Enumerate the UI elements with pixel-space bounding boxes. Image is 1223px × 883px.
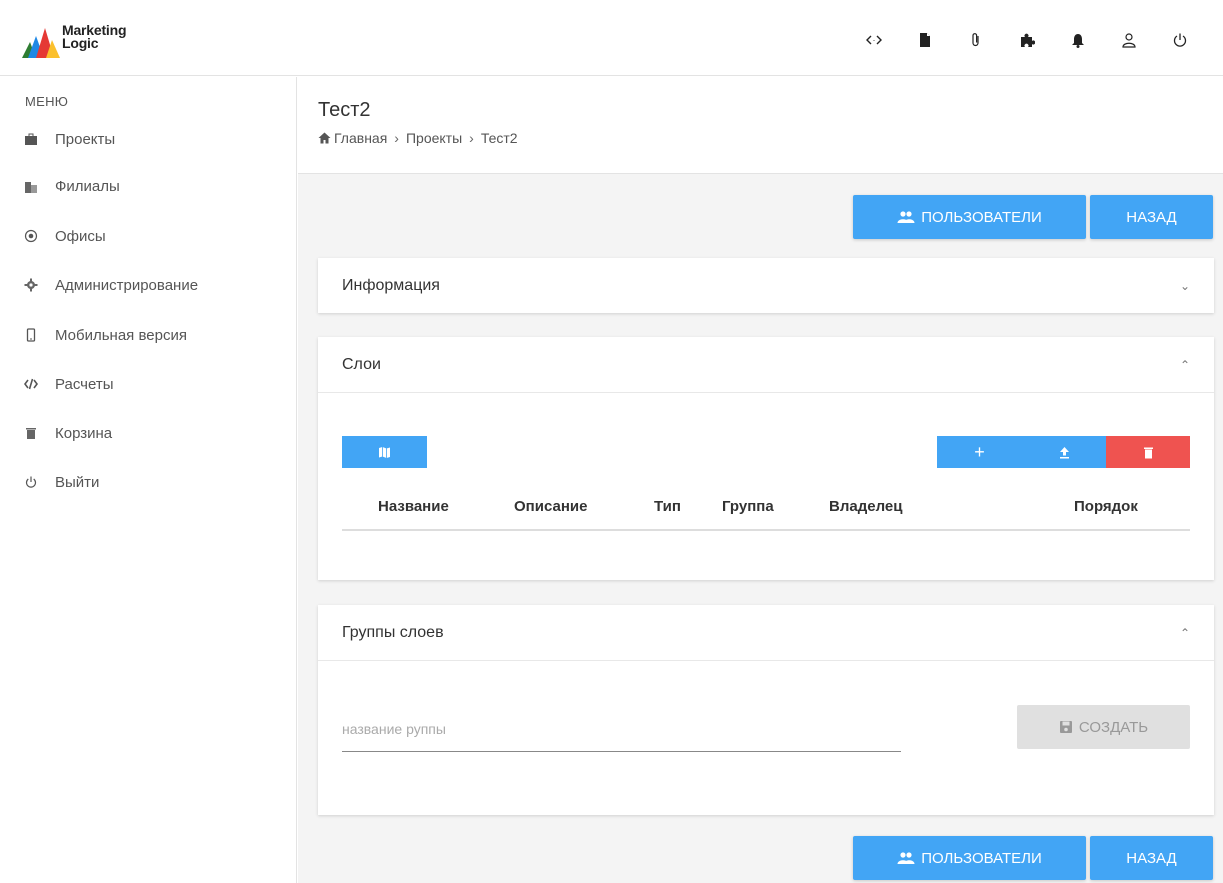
- breadcrumb-separator: ›: [469, 130, 474, 146]
- logo-line2: Logic: [62, 35, 99, 51]
- mobile-icon: [22, 326, 40, 344]
- sidebar-item-label: Администрирование: [55, 276, 199, 294]
- chevron-up-icon[interactable]: ⌃: [1180, 358, 1190, 372]
- column-header-name[interactable]: Название: [378, 498, 449, 515]
- power-icon[interactable]: [1168, 28, 1192, 52]
- sidebar-item-projects[interactable]: Проекты: [22, 127, 115, 151]
- sidebar-item-trash[interactable]: Корзина: [22, 421, 112, 445]
- users-button-label: ПОЛЬЗОВАТЕЛИ: [921, 208, 1042, 226]
- save-icon: [1059, 721, 1072, 733]
- layer-groups-panel-title: Группы слоев: [342, 623, 444, 641]
- create-group-button[interactable]: СОЗДАТЬ: [1017, 705, 1190, 749]
- paperclip-icon[interactable]: [964, 28, 988, 52]
- trash-icon: [22, 424, 40, 442]
- sidebar-item-label: Корзина: [55, 424, 113, 442]
- sidebar-item-label: Расчеты: [55, 375, 114, 393]
- breadcrumb-separator: ›: [394, 130, 399, 146]
- layers-panel: Слои ⌃ + Название Описание Тип Группа Вл…: [318, 337, 1214, 580]
- users-button-bottom[interactable]: ПОЛЬЗОВАТЕЛИ: [853, 836, 1086, 880]
- table-header-divider: [342, 529, 1190, 531]
- home-icon: [318, 132, 331, 144]
- gear-icon: [22, 276, 40, 294]
- logo[interactable]: Marketing Logic: [22, 23, 127, 58]
- divider: [318, 660, 1214, 661]
- sidebar: МЕНЮ Проекты Филиалы Офисы Администриров…: [0, 77, 297, 883]
- power-icon: [22, 473, 40, 491]
- column-header-owner[interactable]: Владелец: [829, 498, 902, 515]
- group-name-input-underline: [342, 751, 901, 752]
- sidebar-item-label: Проекты: [55, 130, 116, 148]
- puzzle-icon[interactable]: [1015, 28, 1039, 52]
- file-icon[interactable]: [913, 28, 937, 52]
- logo-mark-icon: [22, 24, 60, 58]
- create-group-button-label: СОЗДАТЬ: [1078, 718, 1149, 736]
- add-layer-button[interactable]: +: [937, 436, 1022, 468]
- crosshair-icon: [22, 227, 40, 245]
- sidebar-item-calculations[interactable]: Расчеты: [22, 372, 114, 396]
- info-panel: Информация ⌄: [318, 258, 1214, 313]
- back-button-bottom[interactable]: НАЗАД: [1090, 836, 1213, 880]
- top-icon-bar: -: [862, 28, 1219, 52]
- layers-panel-title: Слои: [342, 355, 381, 373]
- layer-groups-panel: Группы слоев ⌃ название руппы СОЗДАТЬ: [318, 605, 1214, 815]
- layers-panel-header[interactable]: Слои ⌃: [318, 337, 1214, 392]
- sidebar-item-branches[interactable]: Филиалы: [22, 174, 120, 198]
- sidebar-item-label: Филиалы: [55, 177, 120, 195]
- page-title: Тест2: [318, 99, 371, 121]
- chevron-up-icon[interactable]: ⌃: [1180, 626, 1190, 640]
- trash-icon: [1143, 447, 1153, 458]
- main-content: Тест2 Главная › Проекты › Тест2 ПОЛЬЗОВА…: [298, 77, 1223, 883]
- map-icon: [379, 446, 390, 458]
- upload-button[interactable]: [1022, 436, 1106, 468]
- plus-icon: +: [974, 441, 985, 462]
- briefcase-icon: [22, 130, 40, 148]
- sidebar-item-label: Мобильная версия: [55, 326, 187, 344]
- top-bar: Marketing Logic -: [0, 0, 1223, 76]
- menu-title: МЕНЮ: [25, 94, 69, 109]
- map-button[interactable]: [342, 436, 427, 468]
- breadcrumb-projects[interactable]: Проекты: [406, 130, 462, 146]
- group-name-input[interactable]: название руппы: [342, 721, 446, 737]
- chevron-down-icon[interactable]: ⌄: [1180, 279, 1190, 293]
- info-panel-header[interactable]: Информация ⌄: [318, 258, 1214, 313]
- back-button[interactable]: НАЗАД: [1090, 195, 1213, 239]
- users-button-label: ПОЛЬЗОВАТЕЛИ: [921, 849, 1042, 867]
- bell-icon[interactable]: [1066, 28, 1090, 52]
- breadcrumb-home[interactable]: Главная: [334, 130, 387, 146]
- sidebar-item-mobile[interactable]: Мобильная версия: [22, 323, 187, 347]
- back-button-label: НАЗАД: [1126, 208, 1177, 226]
- sidebar-item-administration[interactable]: Администрирование: [22, 273, 198, 297]
- users-icon: [897, 852, 915, 864]
- divider: [318, 392, 1214, 393]
- breadcrumb: Главная › Проекты › Тест2: [318, 130, 518, 146]
- sidebar-item-logout[interactable]: Выйти: [22, 470, 99, 494]
- column-header-description[interactable]: Описание: [514, 498, 587, 515]
- svg-text:-: -: [873, 38, 875, 44]
- page-header: Тест2 Главная › Проекты › Тест2: [298, 77, 1223, 174]
- calc-icon: [22, 375, 40, 393]
- sidebar-item-label: Выйти: [55, 473, 100, 491]
- column-header-type[interactable]: Тип: [654, 498, 681, 515]
- sidebar-item-label: Офисы: [55, 227, 106, 245]
- users-button[interactable]: ПОЛЬЗОВАТЕЛИ: [853, 195, 1086, 239]
- user-icon[interactable]: [1117, 28, 1141, 52]
- column-header-group[interactable]: Группа: [722, 498, 774, 515]
- logo-text: Marketing Logic: [62, 23, 127, 51]
- breadcrumb-current: Тест2: [480, 130, 518, 146]
- delete-button[interactable]: [1106, 436, 1190, 468]
- upload-icon: [1059, 446, 1069, 458]
- users-icon: [897, 211, 915, 223]
- column-header-order[interactable]: Порядок: [1074, 498, 1138, 515]
- code-icon[interactable]: -: [862, 28, 886, 52]
- back-button-label: НАЗАД: [1126, 849, 1177, 867]
- sidebar-item-offices[interactable]: Офисы: [22, 224, 106, 248]
- building-icon: [22, 177, 40, 195]
- layer-groups-panel-header[interactable]: Группы слоев ⌃: [318, 605, 1214, 660]
- info-panel-title: Информация: [342, 276, 440, 294]
